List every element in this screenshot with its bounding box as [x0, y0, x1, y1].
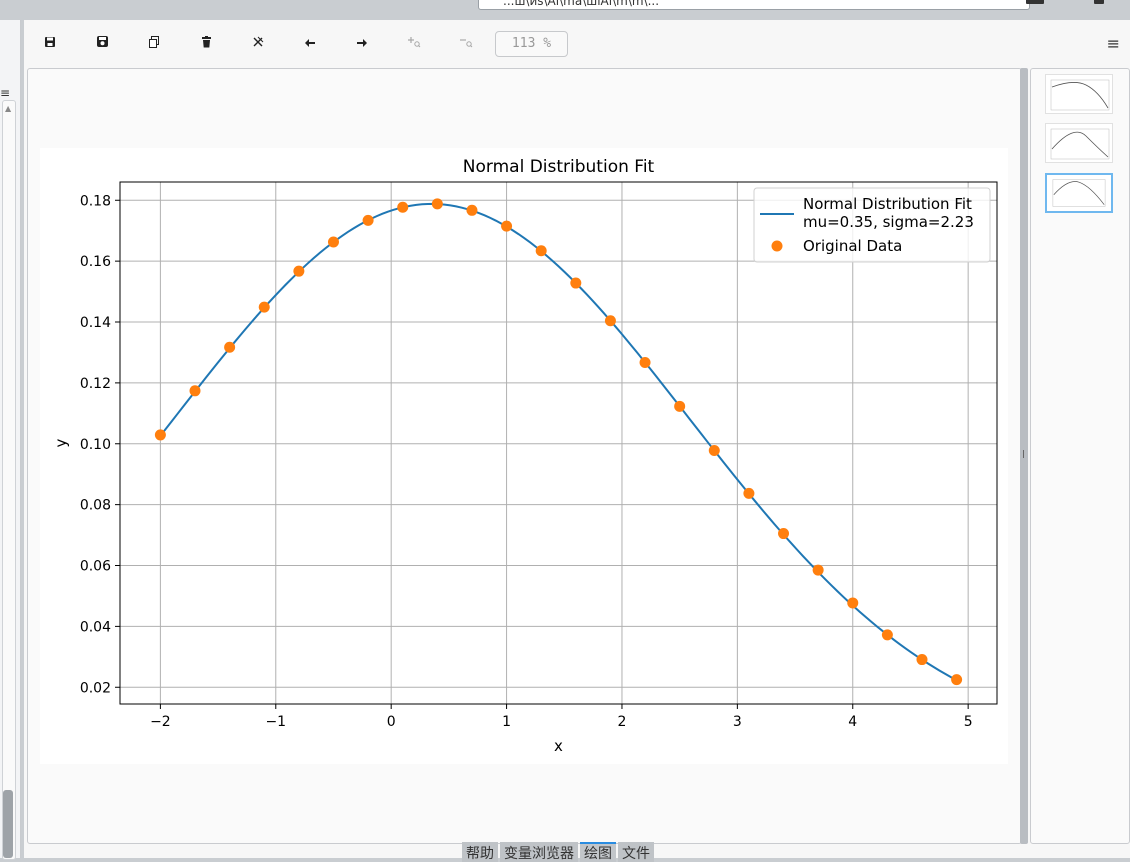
plot-figure: −2 −1 0 1 2 3 4 5 0.02 0.04 0.06 0.08 0.10 0.12 0.14 0.… — [52, 157, 998, 755]
bottom-tab-bar: 帮助 变量浏览器 绘图 文件 — [462, 842, 654, 862]
data-point — [604, 315, 616, 327]
data-point — [327, 236, 339, 248]
x-axis-label: x — [554, 737, 563, 755]
save-all-icon — [96, 36, 108, 47]
zoom-level-field[interactable]: 113 % — [495, 31, 568, 57]
tab-help[interactable]: 帮助 — [462, 842, 498, 862]
data-point — [362, 214, 374, 226]
data-point — [778, 528, 790, 540]
data-point — [293, 265, 305, 277]
next-plot-button[interactable] — [351, 34, 373, 56]
plots-pane: 113 % ≡ −2 −1 0 1 2 3 4 5 0.02 0.04 0.06 0.08 0.10 0.… — [24, 20, 1130, 858]
data-point — [708, 444, 720, 456]
zoom-out-button[interactable] — [455, 34, 477, 56]
data-point — [881, 629, 893, 641]
data-point — [397, 201, 409, 213]
path-field[interactable]: ...ш\иs\Ai\ma\шiAi\m\m\... — [478, 0, 1030, 10]
data-point — [570, 277, 582, 289]
legend-label-fit: Normal Distribution Fit mu=0.35, sigma=2… — [803, 195, 977, 231]
x-tick-label: 3 — [733, 714, 742, 730]
y-tick-label: 0.16 — [80, 254, 111, 270]
splitter-grip — [1023, 450, 1024, 458]
plot-viewer: −2 −1 0 1 2 3 4 5 0.02 0.04 0.06 0.08 0.10 0.12 0.14 0.… — [27, 68, 1022, 844]
x-tick-label: 5 — [964, 714, 973, 730]
pane-options-menu-icon[interactable]: ≡ — [1107, 34, 1120, 53]
data-point — [224, 341, 236, 353]
plot-thumbnail-2[interactable] — [1045, 123, 1113, 163]
legend: Normal Distribution Fit mu=0.35, sigma=2… — [753, 187, 991, 263]
thumbnail-preview — [1052, 179, 1106, 207]
save-all-plots-button[interactable] — [91, 34, 113, 56]
left-menu-icon[interactable]: ≡ — [0, 86, 10, 100]
copy-icon — [149, 36, 159, 48]
y-tick-label: 0.08 — [80, 498, 111, 514]
trash-icon — [201, 36, 211, 48]
y-tick-label: 0.02 — [80, 680, 111, 696]
plot-image: −2 −1 0 1 2 3 4 5 0.02 0.04 0.06 0.08 0.10 0.12 0.14 0.… — [40, 148, 1008, 764]
y-axis-label: y — [52, 438, 70, 447]
y-tick-label: 0.04 — [80, 619, 111, 635]
previous-plot-button[interactable] — [299, 34, 321, 56]
data-point — [535, 245, 547, 257]
plot-thumbnail-3[interactable] — [1045, 173, 1113, 213]
arrow-left-icon — [305, 39, 315, 47]
y-tick-label: 0.18 — [80, 193, 111, 209]
copy-plot-button[interactable] — [143, 34, 165, 56]
data-point — [501, 220, 513, 232]
legend-label-data: Original Data — [803, 237, 902, 255]
pane-splitter[interactable] — [1020, 68, 1028, 844]
zoom-in-button[interactable] — [403, 34, 425, 56]
y-tick-label: 0.06 — [80, 559, 111, 575]
window-control-icon[interactable] — [1026, 0, 1044, 4]
window-top-strip: ...ш\иs\Ai\ma\шiAi\m\m\... — [0, 0, 1130, 20]
data-point — [466, 204, 478, 216]
x-tick-label: 1 — [502, 714, 511, 730]
tab-variable-explorer[interactable]: 变量浏览器 — [500, 842, 578, 862]
y-tick-label: 0.12 — [80, 376, 111, 392]
data-point — [189, 385, 201, 397]
tab-files[interactable]: 文件 — [618, 842, 654, 862]
left-scrollbar-thumb[interactable] — [3, 790, 13, 858]
data-point — [639, 356, 651, 368]
data-point — [674, 400, 686, 412]
legend-label-fit-line-2: mu=0.35, sigma=2.23 — [803, 213, 974, 231]
x-tick-label: 0 — [387, 714, 396, 730]
plot-thumbnail-1[interactable] — [1045, 74, 1113, 114]
arrow-right-icon — [357, 39, 367, 47]
legend-point-swatch — [771, 240, 783, 252]
plots-toolbar: 113 % ≡ — [24, 20, 1130, 68]
delete-all-plots-button[interactable] — [247, 34, 269, 56]
data-point — [431, 198, 443, 210]
window-control-icon-2[interactable] — [1094, 0, 1104, 4]
left-scrollbar[interactable] — [2, 100, 16, 860]
legend-label-fit-line-1: Normal Distribution Fit — [803, 195, 972, 213]
tab-plots[interactable]: 绘图 — [580, 842, 616, 862]
thumbnail-preview — [1050, 79, 1110, 111]
y-tick-label: 0.14 — [80, 315, 111, 331]
save-plot-button[interactable] — [39, 34, 61, 56]
save-icon — [45, 37, 55, 47]
y-tick-label: 0.10 — [80, 437, 111, 453]
data-point — [812, 564, 824, 576]
x-tick-label: −2 — [150, 714, 171, 730]
chart-title: Normal Distribution Fit — [463, 157, 655, 177]
data-point — [847, 597, 859, 609]
zoom-out-icon — [460, 39, 473, 48]
data-point — [951, 674, 963, 686]
plot-thumbnails-panel — [1030, 68, 1130, 844]
scroll-up-arrow-icon[interactable]: ▲ — [5, 104, 11, 113]
delete-plot-button[interactable] — [195, 34, 217, 56]
data-point — [916, 654, 928, 666]
thumbnail-preview — [1050, 128, 1110, 160]
data-point — [743, 487, 755, 499]
x-tick-label: −1 — [265, 714, 286, 730]
x-tick-label: 2 — [618, 714, 627, 730]
x-tick-label: 4 — [848, 714, 857, 730]
zoom-in-icon — [408, 37, 421, 48]
data-point — [154, 429, 166, 441]
close-all-icon — [253, 36, 264, 47]
data-point — [258, 301, 270, 313]
